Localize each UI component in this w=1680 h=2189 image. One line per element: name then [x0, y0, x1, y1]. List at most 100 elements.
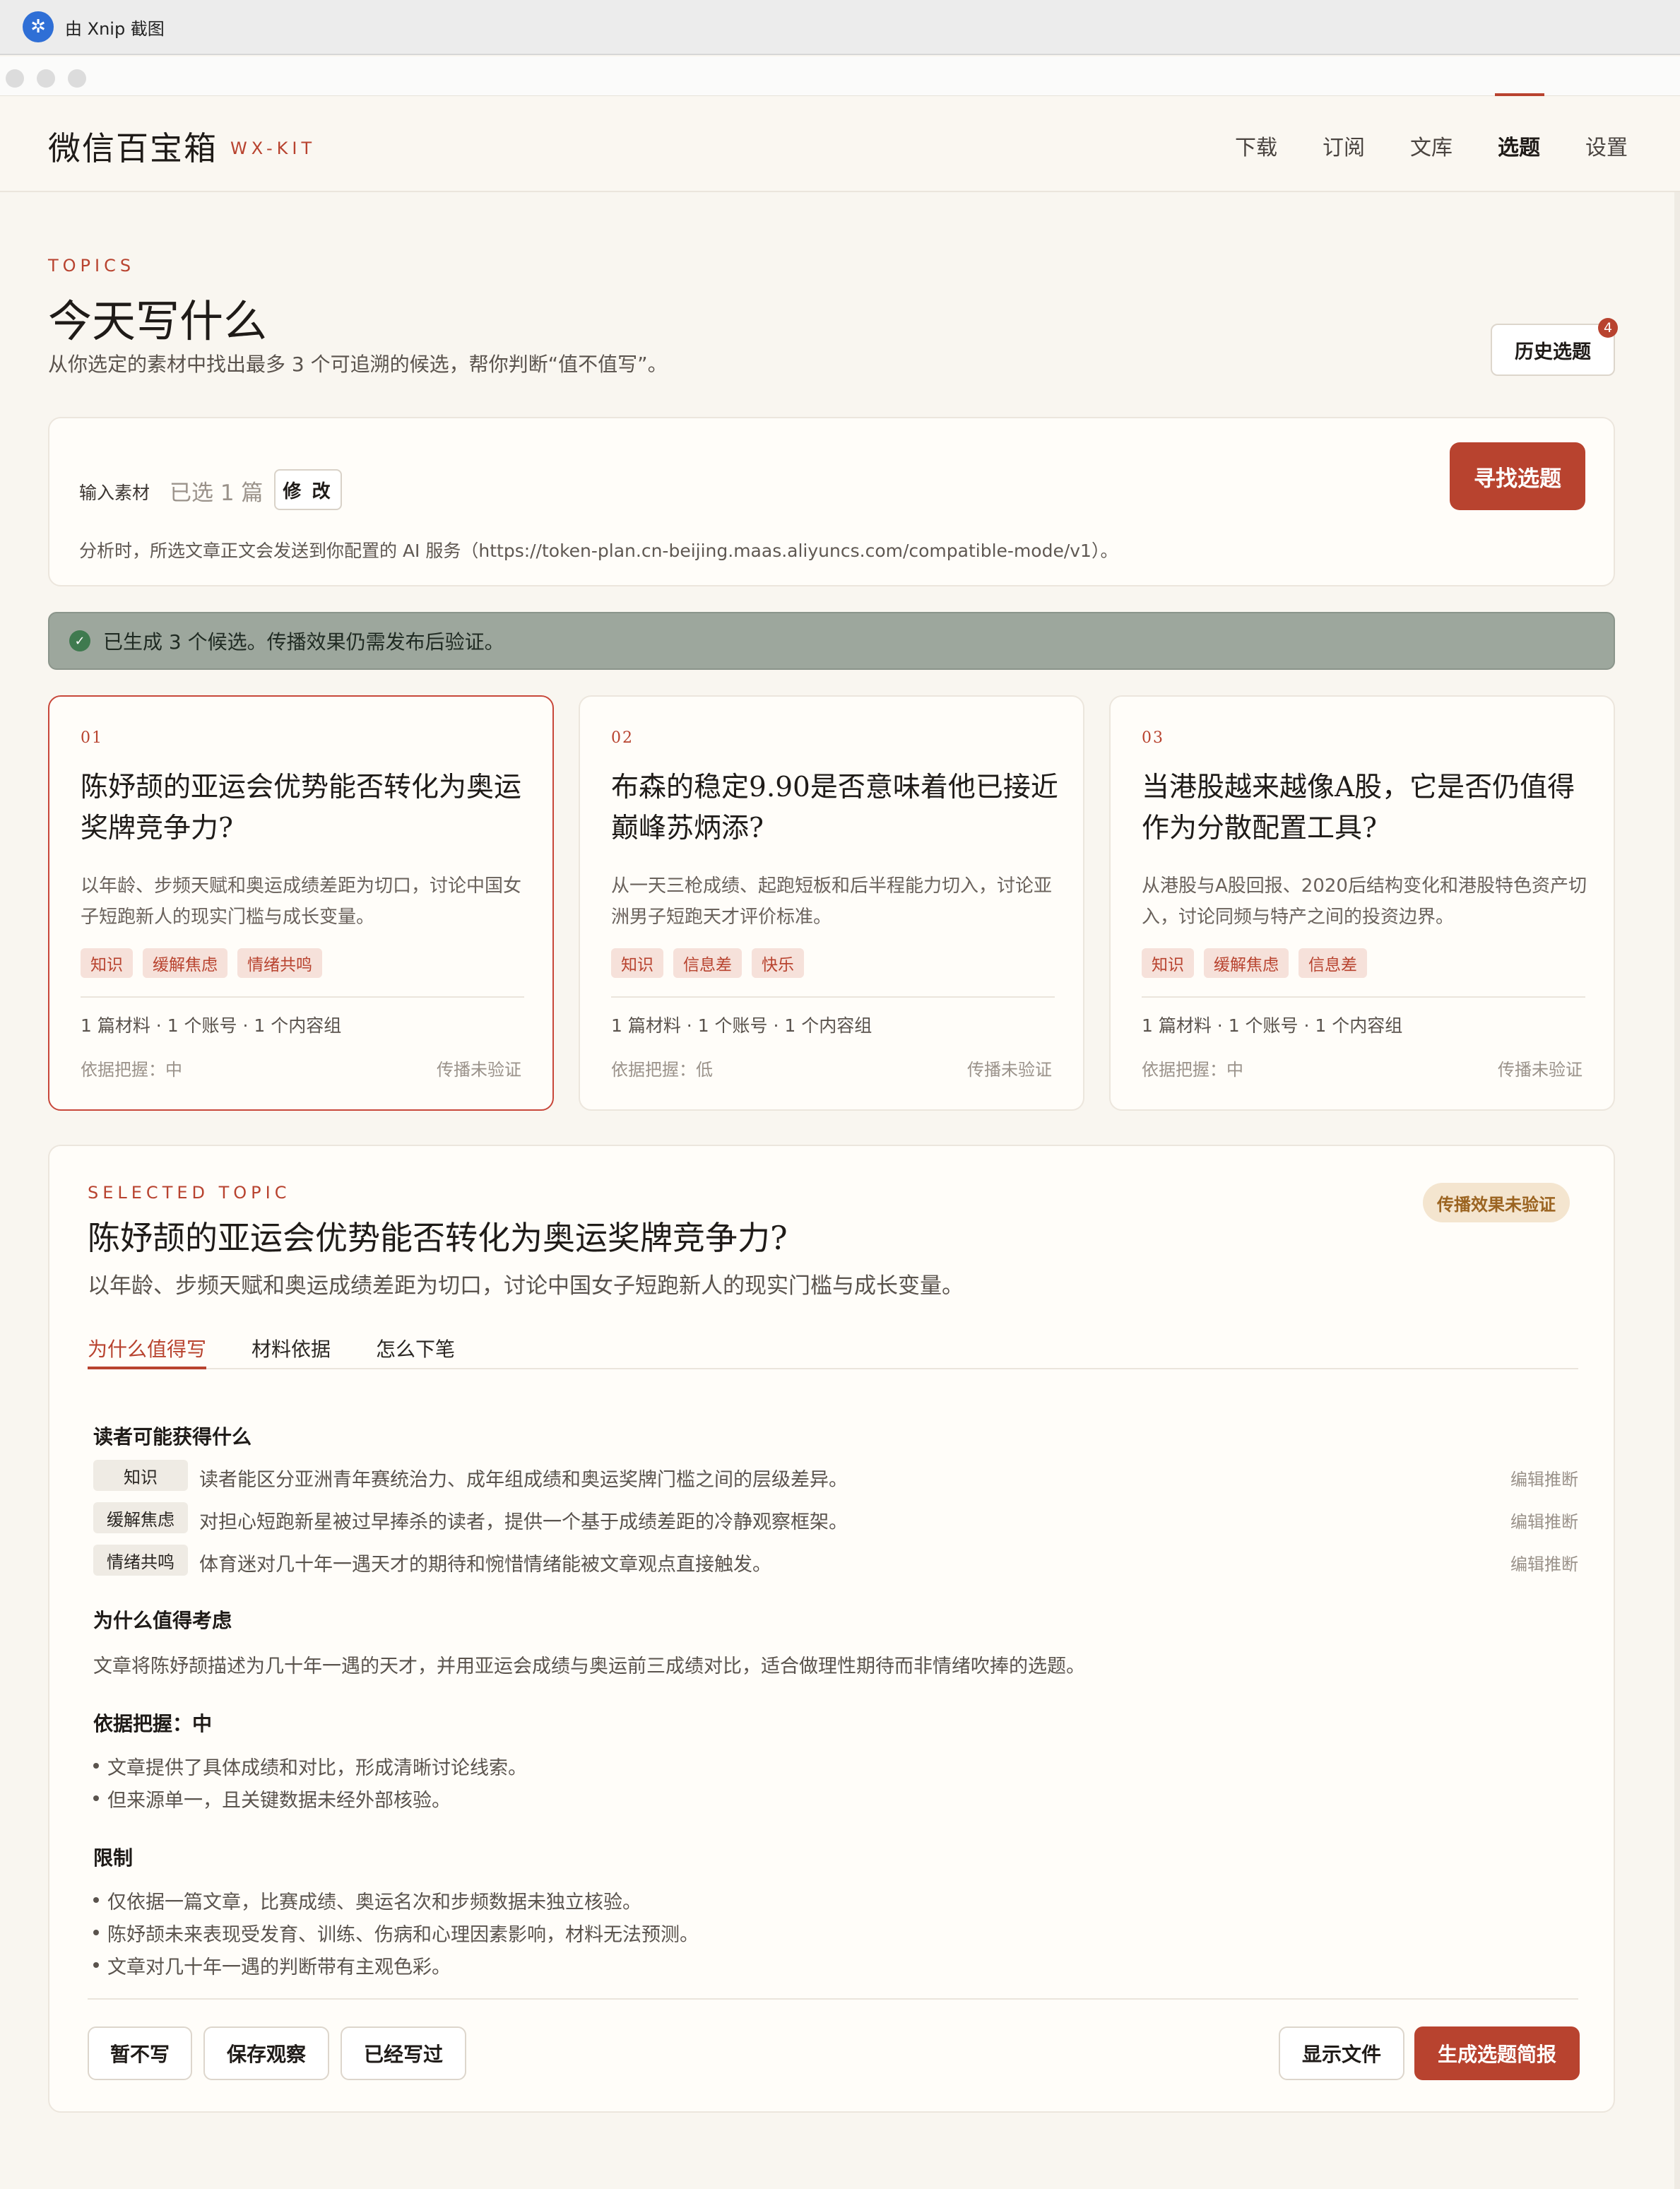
topic-title: 布森的稳定9.90是否意味着他已接近巅峰苏炳添? [611, 772, 1058, 844]
topic-number: 03 [1142, 729, 1164, 747]
topic-tag: 知识 [1142, 948, 1194, 978]
tab-how-to-write[interactable]: 怎么下笔 [376, 1334, 455, 1362]
history-count-badge: 4 [1598, 318, 1618, 338]
topic-tag: 信息差 [673, 948, 742, 978]
selected-topic-eyebrow: SELECTED TOPIC [88, 1183, 291, 1203]
topic-number: 02 [611, 729, 634, 747]
scrollbar[interactable] [1674, 192, 1680, 2189]
window-close-button[interactable] [6, 69, 24, 88]
topic-verify-status: 传播未验证 [967, 1060, 1052, 1080]
topic-meta: 1 篇材料 · 1 个账号 · 1 个内容组 [611, 1015, 872, 1036]
selected-topic-panel: SELECTED TOPIC 传播效果未验证 陈妤颉的亚运会优势能否转化为奥运奖… [48, 1145, 1615, 2113]
app-header: 微信百宝箱 WX-KIT 下载 订阅 文库 选题 设置 [0, 96, 1680, 192]
divider [81, 996, 524, 998]
why-heading: 为什么值得考虑 [93, 1609, 232, 1632]
capture-bar: ✲ 由 Xnip 截图 [0, 0, 1680, 55]
topic-number: 01 [81, 729, 103, 747]
topic-tags: 知识 信息差 快乐 [611, 948, 804, 978]
limit-item: 文章对几十年一遇的判断带有主观色彩。 [93, 1952, 451, 1979]
edit-inference-link[interactable]: 编辑推断 [1510, 1550, 1578, 1575]
divider [611, 996, 1055, 998]
topic-tag: 快乐 [752, 948, 804, 978]
ai-service-note: 分析时，所选文章正文会发送到你配置的 AI 服务（https://token-p… [79, 541, 1118, 561]
page-eyebrow: TOPICS [48, 256, 136, 276]
gain-row: 知识 读者能区分亚洲青年赛统治力、成年组成绩和奥运奖牌门槛之间的层级差异。 编辑… [93, 1460, 1578, 1491]
gain-row: 情绪共鸣 体育迷对几十年一遇天才的期待和惋惜情绪能被文章观点直接触发。 编辑推断 [93, 1545, 1578, 1576]
topic-meta: 1 篇材料 · 1 个账号 · 1 个内容组 [1142, 1015, 1403, 1036]
gain-text: 读者能区分亚洲青年赛统治力、成年组成绩和奥运奖牌门槛之间的层级差异。 [199, 1469, 848, 1491]
check-circle-icon: ✓ [69, 630, 90, 651]
window-zoom-button[interactable] [68, 69, 86, 88]
topic-card-3[interactable]: 03 当港股越来越像A股，它是否仍值得作为分散配置工具? 从港股与A股回报、20… [1109, 695, 1615, 1111]
window-titlebar [0, 57, 1680, 96]
already-written-button[interactable]: 已经写过 [341, 2026, 466, 2080]
basis-item: 文章提供了具体成绩和对比，形成清晰讨论线索。 [93, 1752, 527, 1780]
topic-meta: 1 篇材料 · 1 个账号 · 1 个内容组 [81, 1015, 342, 1036]
divider [88, 1998, 1578, 2000]
gain-tag: 情绪共鸣 [93, 1545, 188, 1576]
gain-text: 对担心短跑新星被过早捧杀的读者，提供一个基于成绩差距的冷静观察框架。 [199, 1511, 848, 1533]
xnip-logo-icon: ✲ [23, 11, 54, 42]
topic-tag: 信息差 [1299, 948, 1367, 978]
history-topics-button[interactable]: 历史选题 [1491, 324, 1615, 376]
topic-confidence: 依据把握：中 [1142, 1060, 1243, 1080]
topic-verify-status: 传播未验证 [437, 1060, 521, 1080]
gain-text: 体育迷对几十年一遇天才的期待和惋惜情绪能被文章观点直接触发。 [199, 1554, 771, 1576]
skip-button[interactable]: 暂不写 [88, 2026, 192, 2080]
selected-topic-subtitle: 以年龄、步频天赋和奥运成绩差距为切口，讨论中国女子短跑新人的现实门槛与成长变量。 [88, 1273, 964, 1299]
selected-topic-title: 陈妤颉的亚运会优势能否转化为奥运奖牌竞争力? [88, 1219, 788, 1257]
tab-material-basis[interactable]: 材料依据 [252, 1334, 331, 1362]
save-observation-button[interactable]: 保存观察 [203, 2026, 329, 2080]
topic-verify-status: 传播未验证 [1498, 1060, 1583, 1080]
topic-description: 以年龄、步频天赋和奥运成绩差距为切口，讨论中国女子短跑新人的现实门槛与成长变量。 [81, 875, 522, 928]
detail-tabs: 为什么值得写 材料依据 怎么下笔 [88, 1327, 1578, 1369]
show-file-button[interactable]: 显示文件 [1279, 2026, 1404, 2080]
page-title: 今天写什么 [48, 295, 268, 347]
topic-title: 陈妤颉的亚运会优势能否转化为奥运奖牌竞争力? [81, 772, 522, 844]
topic-title: 当港股越来越像A股，它是否仍值得作为分散配置工具? [1142, 772, 1575, 844]
limit-item: 仅依据一篇文章，比赛成绩、奥运名次和步频数据未独立核验。 [93, 1887, 641, 1914]
nav-download[interactable]: 下载 [1235, 130, 1277, 161]
topic-description: 从一天三枪成绩、起跑短板和后半程能力切入，讨论亚洲男子短跑天才评价标准。 [611, 875, 1053, 928]
basis-heading: 依据把握：中 [93, 1712, 213, 1735]
basis-item: 但来源单一，且关键数据未经外部核验。 [93, 1785, 451, 1812]
edit-inference-link[interactable]: 编辑推断 [1510, 1508, 1578, 1533]
nav-settings[interactable]: 设置 [1585, 130, 1628, 161]
tab-why-write[interactable]: 为什么值得写 [88, 1334, 206, 1362]
gain-tag: 知识 [93, 1460, 188, 1491]
generate-brief-button[interactable]: 生成选题简报 [1414, 2026, 1580, 2080]
tab-active-indicator [88, 1367, 206, 1369]
topic-confidence: 依据把握：低 [611, 1060, 713, 1080]
topic-tag: 缓解焦虑 [1204, 948, 1289, 978]
window-minimize-button[interactable] [37, 69, 55, 88]
brand-name: 微信百宝箱 [48, 129, 218, 167]
find-topics-button[interactable]: 寻找选题 [1450, 442, 1585, 510]
input-material-label: 输入素材 [79, 483, 150, 503]
nav-subscribe[interactable]: 订阅 [1323, 130, 1365, 161]
edit-inference-link[interactable]: 编辑推断 [1510, 1465, 1578, 1490]
nav-library[interactable]: 文库 [1410, 130, 1453, 161]
status-badge: 传播效果未验证 [1423, 1183, 1570, 1222]
gains-heading: 读者可能获得什么 [93, 1425, 252, 1448]
nav-topics[interactable]: 选题 [1498, 130, 1540, 161]
selected-count: 已选 1 篇 [170, 480, 264, 506]
topic-card-2[interactable]: 02 布森的稳定9.90是否意味着他已接近巅峰苏炳添? 从一天三枪成绩、起跑短板… [579, 695, 1084, 1111]
topic-tags: 知识 缓解焦虑 信息差 [1142, 948, 1367, 978]
topic-tag: 知识 [81, 948, 133, 978]
topic-tags: 知识 缓解焦虑 情绪共鸣 [81, 948, 322, 978]
nav-active-indicator [1495, 93, 1544, 96]
why-text: 文章将陈妤颉描述为几十年一遇的天才，并用亚运会成绩与奥运前三成绩对比，适合做理性… [93, 1656, 1085, 1677]
topic-tag: 缓解焦虑 [143, 948, 227, 978]
edit-material-button[interactable]: 修 改 [274, 469, 342, 510]
divider [1142, 996, 1585, 998]
topic-tag: 知识 [611, 948, 663, 978]
limit-item: 陈妤颉未来表现受发育、训练、伤病和心理因素影响，材料无法预测。 [93, 1919, 699, 1947]
topic-description: 从港股与A股回报、2020后结构变化和港股特色资产切入，讨论同频与特产之间的投资… [1142, 875, 1587, 928]
page-subtitle: 从你选定的素材中找出最多 3 个可追溯的候选，帮你判断“值不值写”。 [48, 353, 668, 376]
topic-card-1[interactable]: 01 陈妤颉的亚运会优势能否转化为奥运奖牌竞争力? 以年龄、步频天赋和奥运成绩差… [48, 695, 554, 1111]
gain-tag: 缓解焦虑 [93, 1502, 188, 1533]
brand-subtitle: WX-KIT [230, 138, 317, 158]
banner-text: 已生成 3 个候选。传播效果仍需发布后验证。 [103, 630, 504, 654]
gain-row: 缓解焦虑 对担心短跑新星被过早捧杀的读者，提供一个基于成绩差距的冷静观察框架。 … [93, 1502, 1578, 1533]
input-material-card: 输入素材 已选 1 篇 修 改 分析时，所选文章正文会发送到你配置的 AI 服务… [48, 417, 1615, 586]
